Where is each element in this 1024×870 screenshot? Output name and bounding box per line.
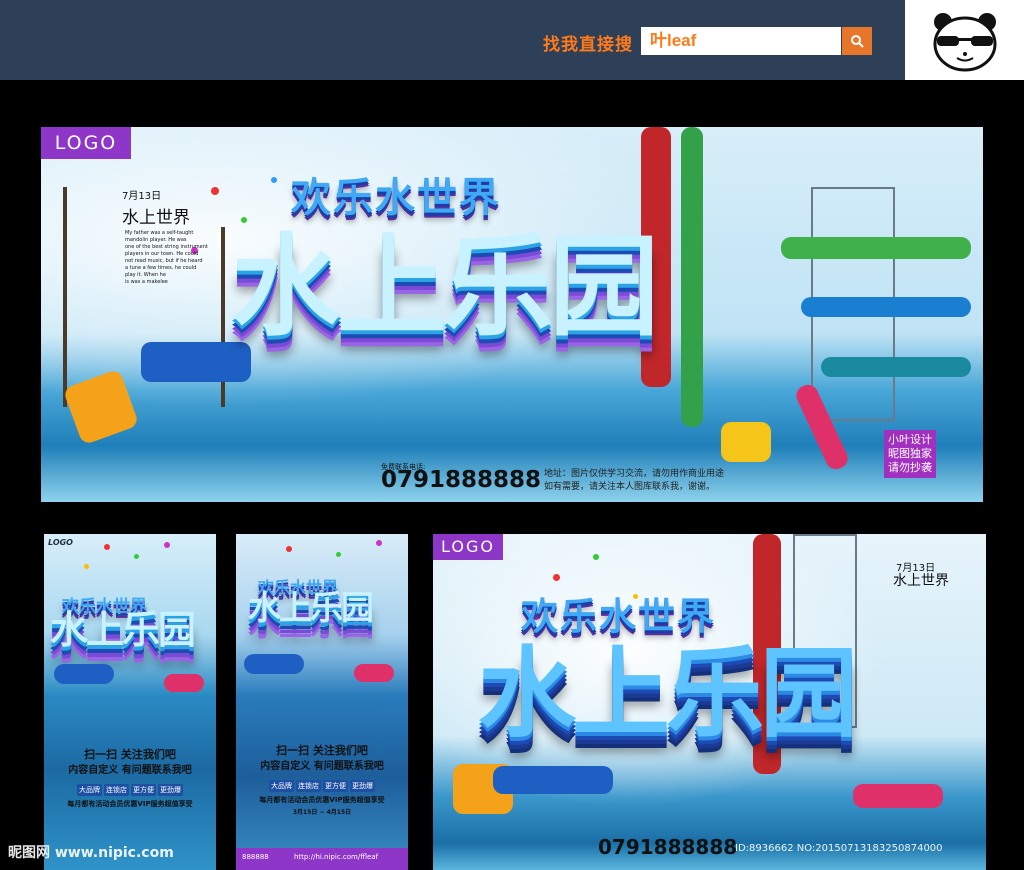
- logo-tag: LOGO: [48, 538, 73, 547]
- feature-chip: 大品牌: [269, 780, 294, 792]
- watermark-left: 昵图网 www.nipic.com: [8, 845, 174, 861]
- address-line: 如有需要，请关注本人图库联系我，谢谢。: [544, 482, 716, 492]
- search-label: 找我直接搜: [543, 35, 633, 55]
- event-dates: 3月15日 ~ 4月15日: [292, 809, 352, 816]
- yellow-tube: [721, 422, 771, 462]
- qr-subprompt: 内容自定义 有问题联系我吧: [68, 765, 192, 776]
- feature-chip: 大品牌: [77, 784, 102, 796]
- confetti-dot: [336, 552, 341, 557]
- body-line: not read music, but if he heard: [125, 258, 203, 264]
- site-logo[interactable]: [905, 0, 1024, 80]
- address: 地址：图片仅供学习交流，请勿用作商业用途 如有需要，请关注本人图库联系我，谢谢。: [544, 468, 724, 494]
- feature-chip: 更劲爆: [350, 780, 375, 792]
- title-small: 欢乐水世界: [521, 595, 716, 638]
- confetti-dot: [211, 187, 219, 195]
- confetti-dot: [553, 574, 560, 581]
- body-line: players in our town. He could: [125, 251, 199, 257]
- panda-icon: [933, 13, 997, 72]
- feature-chip: 更劲爆: [158, 784, 183, 796]
- title-big: 水上乐园: [478, 637, 858, 751]
- confetti-dot: [84, 564, 89, 569]
- poster-one: LOGO 欢乐水世界 水上乐园 扫一扫 关注我们吧 内容自定义 有问题联系我吧 …: [44, 534, 216, 870]
- qr-prompt: 扫一扫 关注我们吧: [84, 748, 176, 761]
- promo-text: 每月都有活动会员优惠VIP服务超值享受: [67, 800, 193, 808]
- address-line: 地址：图片仅供学习交流，请勿用作商业用途: [544, 469, 725, 479]
- title-big: 水上乐园: [50, 608, 196, 652]
- pink-slide: [164, 674, 204, 692]
- body-line: play it. When he: [125, 272, 166, 278]
- footer-url: http://hi.nipic.com/ffleaf: [294, 853, 379, 861]
- event-date: 7月13日: [122, 191, 162, 202]
- second-banner: LOGO 7月13日 水上世界 欢乐水世界 水上乐园 0791888888: [433, 534, 986, 870]
- designer-tag: 小叶设计 昵图独家 请勿抄袭: [884, 430, 936, 478]
- footer-phone: 888888: [242, 853, 269, 861]
- search-input[interactable]: 叶leaf: [641, 27, 841, 55]
- confetti-dot: [376, 540, 382, 546]
- body-line: one of the best string instrument: [125, 244, 208, 250]
- title-big: 水上乐园: [231, 223, 659, 351]
- search-icon: [851, 35, 864, 48]
- search-button[interactable]: [842, 27, 872, 55]
- tag-line: 昵图独家: [888, 447, 932, 460]
- event-subtitle: 水上世界: [122, 208, 190, 228]
- body-line: My father was a self-taught: [125, 230, 194, 236]
- chip-row: 大品牌 连锁店 更方便 更劲爆: [44, 784, 216, 796]
- event-subtitle: 水上世界: [893, 573, 949, 589]
- watermark-right: ID:8936662 NO:20150713183250874000: [735, 843, 943, 854]
- logo-tag: LOGO: [433, 534, 503, 560]
- green-spiral: [781, 237, 971, 259]
- pink-slide: [354, 664, 394, 682]
- title-big: 水上乐园: [248, 588, 374, 627]
- palm-tree: [63, 187, 67, 407]
- feature-chip: 更方便: [323, 780, 348, 792]
- tag-line: 请勿抄袭: [888, 461, 932, 474]
- logo-tag: LOGO: [41, 127, 131, 159]
- confetti-dot: [104, 544, 110, 550]
- phone-number: 0791888888: [598, 835, 738, 859]
- body-line: mandolin player. He was: [125, 237, 187, 243]
- yellow-slide: [62, 368, 140, 446]
- confetti-dot: [593, 554, 599, 560]
- qr-subprompt: 内容自定义 有问题联系我吧: [260, 761, 384, 772]
- feature-chip: 更方便: [131, 784, 156, 796]
- feature-chip: 连锁店: [104, 784, 129, 796]
- tag-line: 小叶设计: [888, 433, 932, 446]
- feature-chip: 连锁店: [296, 780, 321, 792]
- footer-bar: 888888 http://hi.nipic.com/ffleaf: [236, 848, 408, 870]
- poster-two: 欢乐水世界 水上乐园 扫一扫 关注我们吧 内容自定义 有问题联系我吧 大品牌 连…: [236, 534, 408, 870]
- confetti-dot: [134, 554, 139, 559]
- confetti-dot: [286, 546, 292, 552]
- site-header: 找我直接搜 叶leaf: [0, 0, 905, 80]
- green-tube: [681, 127, 703, 427]
- phone-number: 0791888888: [381, 467, 542, 493]
- blue-slide: [54, 664, 114, 684]
- blue-slide: [493, 766, 613, 794]
- body-line: is was a makelee: [125, 279, 168, 285]
- blue-spiral: [801, 297, 971, 317]
- body-text: My father was a self-taught mandolin pla…: [125, 230, 220, 286]
- confetti-dot: [164, 542, 170, 548]
- confetti-dot: [271, 177, 277, 183]
- promo-text: 每月都有活动会员优惠VIP服务超值享受: [259, 796, 385, 804]
- teal-spiral: [821, 357, 971, 377]
- chip-row: 大品牌 连锁店 更方便 更劲爆: [236, 780, 408, 792]
- body-line: a tune a few times, he could: [125, 265, 197, 271]
- main-banner: LOGO 7月13日 水上世界 My father was a self-tau…: [41, 127, 983, 502]
- title-small: 欢乐水世界: [291, 175, 501, 221]
- qr-prompt: 扫一扫 关注我们吧: [276, 744, 368, 757]
- blue-slide: [244, 654, 304, 674]
- pink-slide: [853, 784, 943, 808]
